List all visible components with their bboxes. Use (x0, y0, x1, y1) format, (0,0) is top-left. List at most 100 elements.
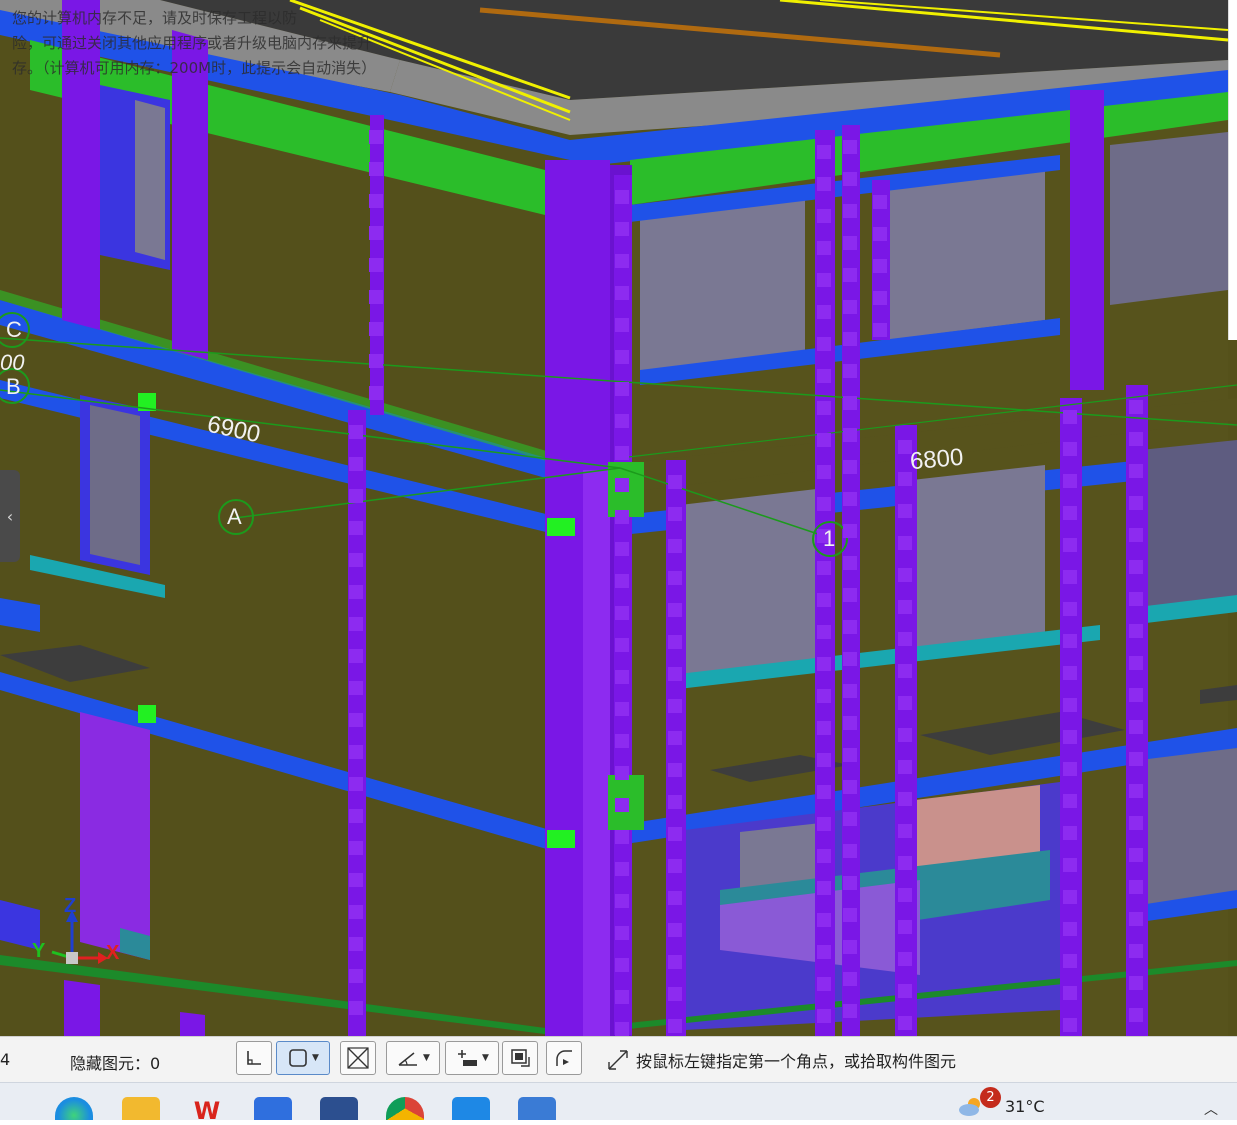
chevron-up-icon[interactable]: ︿ (1204, 1099, 1218, 1119)
column-knot (615, 350, 629, 364)
notes-taskbar-icon[interactable] (254, 1097, 292, 1120)
column-knot (668, 827, 682, 841)
column-knot (1063, 922, 1077, 936)
study-app-taskbar-icon[interactable] (452, 1097, 490, 1120)
column-knot (349, 905, 363, 919)
arc-icon (556, 1050, 572, 1066)
column-knot (843, 460, 857, 474)
column-knot (843, 780, 857, 794)
column-knot (1063, 474, 1077, 488)
calculator-taskbar-icon[interactable] (518, 1097, 556, 1120)
column-knot (615, 798, 629, 812)
column-knot (843, 236, 857, 250)
column-knot (817, 881, 831, 895)
column-knot (668, 571, 682, 585)
column-knot (668, 891, 682, 905)
column-knot (817, 465, 831, 479)
column-knot (898, 920, 912, 934)
column-knot (873, 227, 887, 241)
column-knot (615, 318, 629, 332)
building-model-3d[interactable] (0, 0, 1237, 1036)
column-knot (817, 977, 831, 991)
column-knot (817, 209, 831, 223)
column-knot (668, 635, 682, 649)
rect-select-icon (289, 1049, 307, 1067)
column-knot (843, 844, 857, 858)
display-button[interactable] (502, 1041, 538, 1075)
weather-widget[interactable]: 2 31°C (958, 1086, 1045, 1117)
axis-label-a: A (227, 504, 242, 529)
column-knot (668, 603, 682, 617)
column-knot (615, 254, 629, 268)
column-knot (615, 510, 629, 524)
column-knot (843, 940, 857, 954)
column-knot (817, 625, 831, 639)
column-knot (817, 657, 831, 671)
column-knot (1129, 784, 1143, 798)
column-knot (349, 649, 363, 663)
temperature-text: 31°C (1005, 1096, 1045, 1116)
column-knot (349, 585, 363, 599)
column-knot (843, 812, 857, 826)
column-knot (1129, 1008, 1143, 1022)
column-knot (615, 894, 629, 908)
column-knot (615, 670, 629, 684)
column-knot (369, 162, 383, 176)
column-knot (1063, 794, 1077, 808)
column-knot (843, 716, 857, 730)
chrome-taskbar-icon[interactable] (386, 1097, 424, 1120)
column-knot (817, 817, 831, 831)
column-knot (817, 849, 831, 863)
column-knot (817, 785, 831, 799)
column-knot (843, 268, 857, 282)
right-panel-edge[interactable] (1228, 0, 1237, 340)
column-knot (349, 809, 363, 823)
column-knot (817, 241, 831, 255)
column-knot (1129, 976, 1143, 990)
axis-label-b: B (6, 374, 21, 399)
column-knot (817, 401, 831, 415)
3d-viewport[interactable]: 您的计算机内存不足，请及时保存工程以防 险，可通过关闭其他应用程序或者升级电脑内… (0, 0, 1237, 1036)
column-knot (615, 478, 629, 492)
column-knot (615, 222, 629, 236)
column-knot (349, 745, 363, 759)
edge-taskbar-icon[interactable] (55, 1097, 93, 1120)
column-knot (817, 753, 831, 767)
arc-button[interactable] (546, 1041, 582, 1075)
column-knot (817, 337, 831, 351)
column-knot (843, 908, 857, 922)
column-knot (843, 204, 857, 218)
column-knot (349, 969, 363, 983)
column-knot (615, 990, 629, 1004)
offset-button[interactable]: ▼ (445, 1041, 499, 1075)
column-knot (369, 258, 383, 272)
glodon-taskbar-icon[interactable] (320, 1097, 358, 1120)
wps-taskbar-icon[interactable]: W (188, 1097, 226, 1125)
column-knot (898, 504, 912, 518)
column-knot (615, 766, 629, 780)
ortho-icon (247, 1051, 261, 1065)
column-knot (1129, 560, 1143, 574)
column-knot (898, 536, 912, 550)
column-knot (817, 369, 831, 383)
cross-select-button[interactable] (340, 1041, 376, 1075)
column-knot (1129, 880, 1143, 894)
column-knot (843, 972, 857, 986)
side-panel-toggle[interactable]: ‹ (0, 470, 20, 562)
rect-select-button[interactable]: ▼ (276, 1041, 330, 1075)
column-knot (668, 667, 682, 681)
file-explorer-taskbar-icon[interactable] (122, 1097, 160, 1120)
column-knot (1129, 432, 1143, 446)
column-knot (843, 684, 857, 698)
column-knot (349, 617, 363, 631)
column-knot (1129, 528, 1143, 542)
column-knot (615, 574, 629, 588)
low-memory-notice: 您的计算机内存不足，请及时保存工程以防 险，可通过关闭其他应用程序或者升级电脑内… (12, 6, 552, 81)
triad-z-label: Z (64, 895, 77, 917)
column-knot (817, 945, 831, 959)
cross-select-icon (347, 1047, 369, 1069)
angle-button[interactable]: ▼ (386, 1041, 440, 1075)
ortho-button[interactable] (236, 1041, 272, 1075)
notification-badge: 2 (980, 1086, 1001, 1108)
column-knot (369, 130, 383, 144)
